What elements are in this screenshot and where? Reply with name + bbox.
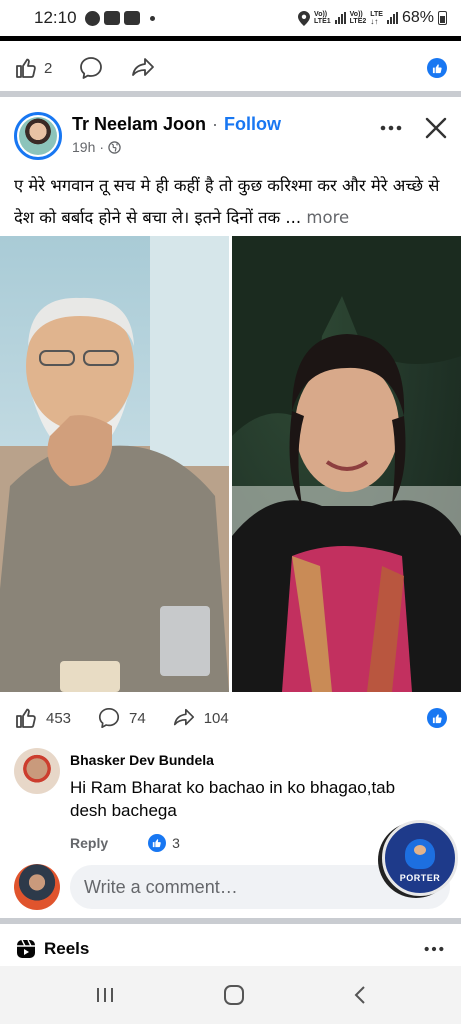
comment-reaction-count: 3 xyxy=(172,835,180,851)
post-text: ए मेरे भगवान तू सच मे ही कहीं है तो कुछ … xyxy=(14,170,450,234)
my-avatar xyxy=(14,864,60,910)
system-nav-bar xyxy=(0,966,461,1024)
more-options-icon[interactable] xyxy=(423,938,445,960)
gallery-icon xyxy=(123,11,140,25)
prev-share-button[interactable] xyxy=(130,55,156,81)
prev-post-actions: 2 xyxy=(0,48,461,88)
reels-icon xyxy=(17,939,35,958)
comment-icon xyxy=(98,707,120,729)
porter-floating-badge[interactable]: PORTER xyxy=(382,820,458,896)
author-avatar[interactable] xyxy=(14,112,62,160)
whatsapp-icon xyxy=(84,10,100,26)
location-icon xyxy=(298,10,311,26)
like-reaction-badge xyxy=(148,834,167,852)
youtube-icon xyxy=(103,11,120,25)
post-photos xyxy=(0,236,461,692)
reels-header: Reels xyxy=(0,928,461,970)
sim1-volte: Vo)) xyxy=(314,11,328,18)
signal-icon-2 xyxy=(386,12,398,24)
thumbs-up-icon xyxy=(152,839,161,848)
reply-button[interactable]: Reply xyxy=(70,835,108,851)
post-header: Tr Neelam Joon · Follow 19h · xyxy=(0,104,461,168)
status-bar: 12:10 Vo)) LTE1 Vo)) LTE2 LTE ↓↑ 68% xyxy=(0,0,461,36)
battery-percent: 68% xyxy=(401,9,434,26)
more-options-icon[interactable] xyxy=(379,116,403,140)
post-actions: 453 74 104 xyxy=(0,700,461,736)
like-reaction-badge xyxy=(427,58,447,78)
photo-right-illustration xyxy=(232,236,461,692)
comment-button[interactable]: 74 xyxy=(97,706,146,730)
lte-label: LTE ↓↑ xyxy=(370,11,383,26)
thumbs-up-icon xyxy=(432,713,442,723)
prev-like-count: 2 xyxy=(44,59,53,77)
photo-left-illustration xyxy=(0,236,229,692)
sim1-label: Vo)) LTE1 xyxy=(314,11,331,25)
share-button[interactable]: 104 xyxy=(172,706,229,730)
more-notifications-dot xyxy=(149,15,155,21)
status-right: Vo)) LTE1 Vo)) LTE2 LTE ↓↑ 68% xyxy=(298,9,447,27)
share-icon xyxy=(173,708,194,726)
like-button[interactable]: 453 xyxy=(14,706,71,730)
top-edge-band xyxy=(0,36,461,41)
thumbs-up-icon xyxy=(432,63,442,73)
time-line: 19h · xyxy=(72,139,281,155)
post-meta: Tr Neelam Joon · Follow 19h · xyxy=(72,114,281,155)
reels-label: Reels xyxy=(44,939,90,958)
back-icon[interactable] xyxy=(352,985,368,1005)
post-body: ए मेरे भगवान तू सच मे ही कहीं है तो कुछ … xyxy=(14,176,440,227)
commenter-avatar[interactable] xyxy=(14,748,60,794)
commenter-name[interactable]: Bhasker Dev Bundela xyxy=(70,752,410,768)
sim2-label: Vo)) LTE2 xyxy=(350,11,367,25)
sim2-lte: LTE2 xyxy=(349,18,367,25)
close-icon[interactable] xyxy=(425,117,447,139)
post-time[interactable]: 19h xyxy=(72,139,95,155)
recent-apps-icon[interactable] xyxy=(94,985,116,1005)
home-icon[interactable] xyxy=(223,984,245,1006)
comment-actions: Reply 3 xyxy=(70,834,410,852)
see-more-link[interactable]: more xyxy=(306,208,349,227)
avatar-image xyxy=(19,117,57,155)
comment-icon xyxy=(80,57,103,79)
photo-man-thinking[interactable] xyxy=(0,236,229,692)
sim1-lte: LTE1 xyxy=(314,18,331,25)
sim2-volte: Vo)) xyxy=(349,11,363,18)
reels-divider xyxy=(0,918,461,924)
author-name[interactable]: Tr Neelam Joon xyxy=(72,114,206,135)
signal-icon xyxy=(334,12,346,24)
separator-dot: · xyxy=(212,114,219,134)
header-actions xyxy=(379,116,447,140)
prev-like-button[interactable]: 2 xyxy=(14,56,52,80)
author-line: Tr Neelam Joon · Follow xyxy=(72,114,281,135)
comment-reactions[interactable]: 3 xyxy=(148,834,180,852)
post-divider xyxy=(0,91,461,97)
photo-woman-smiling[interactable] xyxy=(232,236,461,692)
globe-icon xyxy=(108,140,121,154)
battery-icon xyxy=(438,11,447,25)
comment-count: 74 xyxy=(129,709,146,727)
like-reaction-badge xyxy=(427,708,447,728)
porter-mascot-icon xyxy=(405,839,435,869)
prev-comment-button[interactable] xyxy=(78,55,104,81)
follow-button[interactable]: Follow xyxy=(224,114,281,135)
like-count: 453 xyxy=(46,709,72,727)
status-time: 12:10 xyxy=(34,8,77,27)
share-icon xyxy=(132,58,155,76)
thumbs-up-icon xyxy=(16,708,36,728)
share-count: 104 xyxy=(203,709,229,727)
thumbs-up-icon xyxy=(16,58,36,78)
comment-body: Bhasker Dev Bundela Hi Ram Bharat ko bac… xyxy=(70,748,410,852)
porter-label: PORTER xyxy=(399,873,441,883)
comment-text: Hi Ram Bharat ko bachao in ko bhagao,tab… xyxy=(70,778,396,820)
time-separator: · xyxy=(99,139,105,155)
notification-icons xyxy=(84,10,155,26)
